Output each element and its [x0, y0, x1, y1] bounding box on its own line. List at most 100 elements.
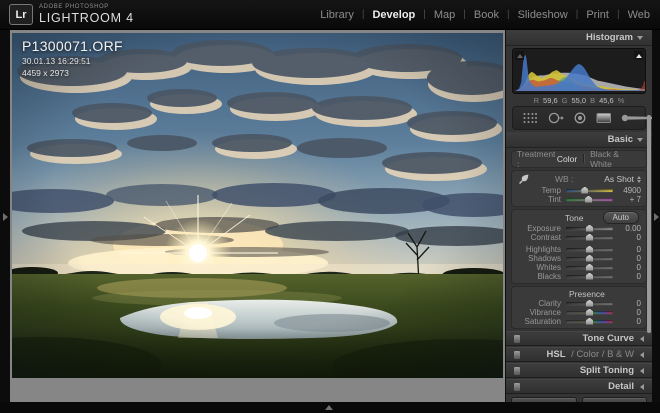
clarity-slider-thumb[interactable] [586, 300, 593, 307]
tint-slider-track[interactable] [566, 198, 613, 201]
tint-value[interactable]: + 7 [618, 195, 641, 204]
photo-canvas[interactable]: P1300071.ORF 30.01.13 16:29:51 4459 x 29… [12, 33, 503, 378]
temp-value[interactable]: 4900 [618, 186, 641, 195]
contrast-slider-track[interactable] [566, 236, 613, 239]
panel-scrollbar[interactable] [647, 115, 651, 333]
histogram-display[interactable] [512, 48, 646, 94]
red-eye-icon[interactable] [573, 111, 587, 125]
exposure-value[interactable]: 0.00 [618, 224, 641, 233]
spot-removal-icon[interactable] [547, 111, 564, 125]
module-slideshow[interactable]: Slideshow [518, 9, 568, 21]
vibrance-value[interactable]: 0 [618, 308, 641, 317]
histogram-chart [515, 51, 646, 91]
right-panel-collapse-arrow-icon[interactable] [654, 213, 659, 221]
filmstrip-expand-arrow-icon[interactable] [325, 405, 333, 410]
basic-title: Basic [608, 134, 633, 145]
module-library[interactable]: Library [320, 9, 354, 21]
shadows-value[interactable]: 0 [618, 254, 641, 263]
temp-slider-track[interactable] [566, 189, 613, 192]
clarity-value[interactable]: 0 [618, 299, 641, 308]
wb-row: WB : As Shot [517, 172, 641, 186]
slider-label: Blacks [517, 272, 561, 281]
collapse-arrow-icon[interactable] [637, 36, 643, 40]
highlight-clipping-indicator[interactable] [634, 51, 643, 60]
whites-value[interactable]: 0 [618, 263, 641, 272]
tint-slider-thumb[interactable] [585, 196, 592, 203]
auto-tone-button[interactable]: Auto [603, 211, 639, 224]
right-panel-strip[interactable] [652, 30, 660, 402]
highlights-slider-thumb[interactable] [586, 246, 593, 253]
g-value: 55,0 [571, 96, 586, 105]
highlights-slider-track[interactable] [566, 248, 613, 251]
treatment-bw-option[interactable]: Black & White [590, 149, 641, 169]
saturation-slider-thumb[interactable] [586, 318, 593, 325]
panel-solo-toggle-icon[interactable] [514, 383, 520, 391]
module-print[interactable]: Print [586, 9, 609, 21]
treatment-color-option[interactable]: Color [557, 154, 577, 164]
expand-arrow-icon[interactable] [640, 368, 644, 374]
product-name: LIGHTROOM 4 [39, 12, 134, 25]
slider-label: Contrast [517, 233, 561, 242]
blacks-slider-track[interactable] [566, 275, 613, 278]
slider-label: Tint [517, 195, 561, 204]
module-map[interactable]: Map [434, 9, 455, 21]
module-develop[interactable]: Develop [372, 9, 415, 21]
vibrance-slider-thumb[interactable] [586, 309, 593, 316]
slider-vibrance: Vibrance 0 [517, 308, 641, 317]
slider-label: Temp [517, 186, 561, 195]
panel-solo-toggle-icon[interactable] [514, 335, 520, 343]
blacks-slider-thumb[interactable] [586, 273, 593, 280]
filmstrip-collapsed-bar[interactable] [0, 402, 660, 413]
shadows-slider-thumb[interactable] [586, 255, 593, 262]
module-separator: | [576, 9, 579, 20]
blacks-value[interactable]: 0 [618, 272, 641, 281]
shadow-clipping-indicator[interactable] [515, 51, 524, 60]
wb-preset-select[interactable]: As Shot [604, 174, 641, 184]
expand-arrow-icon[interactable] [640, 384, 644, 390]
wb-selected-value: As Shot [604, 174, 634, 184]
contrast-value[interactable]: 0 [618, 233, 641, 242]
presence-group: Presence Clarity 0 Vibrance 0 Saturation… [511, 286, 647, 329]
highlights-value[interactable]: 0 [618, 245, 641, 254]
slider-shadows: Shadows 0 [517, 254, 641, 263]
percent-label: % [618, 96, 625, 105]
exposure-slider-thumb[interactable] [586, 225, 593, 232]
panel-detail[interactable]: Detail [506, 379, 652, 394]
module-web[interactable]: Web [628, 9, 650, 21]
basic-panel-header[interactable]: Basic [506, 132, 652, 148]
panel-split-toning[interactable]: Split Toning [506, 363, 652, 378]
expand-arrow-icon[interactable] [640, 352, 644, 358]
wb-eyedropper-icon[interactable] [517, 172, 531, 186]
slider-tint: Tint + 7 [517, 195, 641, 204]
treatment-group: Treatment : Color Black & White [511, 150, 647, 168]
identity-plate: Lr ADOBE PHOTOSHOP LIGHTROOM 4 [0, 4, 134, 25]
shadows-slider-track[interactable] [566, 257, 613, 260]
histogram-panel-header[interactable]: Histogram [506, 30, 652, 46]
vibrance-slider-track[interactable] [566, 311, 613, 314]
panel-solo-toggle-icon[interactable] [514, 351, 520, 359]
lightroom-window: Lr ADOBE PHOTOSHOP LIGHTROOM 4 Library |… [0, 0, 660, 413]
module-separator: | [617, 9, 620, 20]
panel-tone-curve[interactable]: Tone Curve [506, 331, 652, 346]
collapse-arrow-icon[interactable] [637, 138, 643, 142]
whites-slider-thumb[interactable] [586, 264, 593, 271]
expand-arrow-icon[interactable] [640, 336, 644, 342]
exposure-slider-track[interactable] [566, 227, 613, 230]
module-book[interactable]: Book [474, 9, 499, 21]
left-panel-expand-arrow-icon[interactable] [3, 213, 8, 221]
graduated-filter-icon[interactable] [596, 111, 612, 125]
brand-text: ADOBE PHOTOSHOP LIGHTROOM 4 [39, 4, 134, 25]
saturation-value[interactable]: 0 [618, 317, 641, 326]
hsl-title-secondary: / Color / B & W [569, 349, 634, 360]
temp-slider-thumb[interactable] [581, 187, 588, 194]
crop-overlay-icon[interactable] [522, 111, 538, 125]
panel-solo-toggle-icon[interactable] [514, 367, 520, 375]
contrast-slider-thumb[interactable] [586, 234, 593, 241]
clarity-slider-track[interactable] [566, 302, 613, 305]
saturation-slider-track[interactable] [566, 320, 613, 323]
wb-dropdown-icon [637, 176, 641, 183]
left-panel-strip[interactable] [0, 30, 10, 402]
whites-slider-track[interactable] [566, 266, 613, 269]
slider-label: Highlights [517, 245, 561, 254]
panel-hsl-color-bw[interactable]: HSL / Color / B & W [506, 347, 652, 362]
